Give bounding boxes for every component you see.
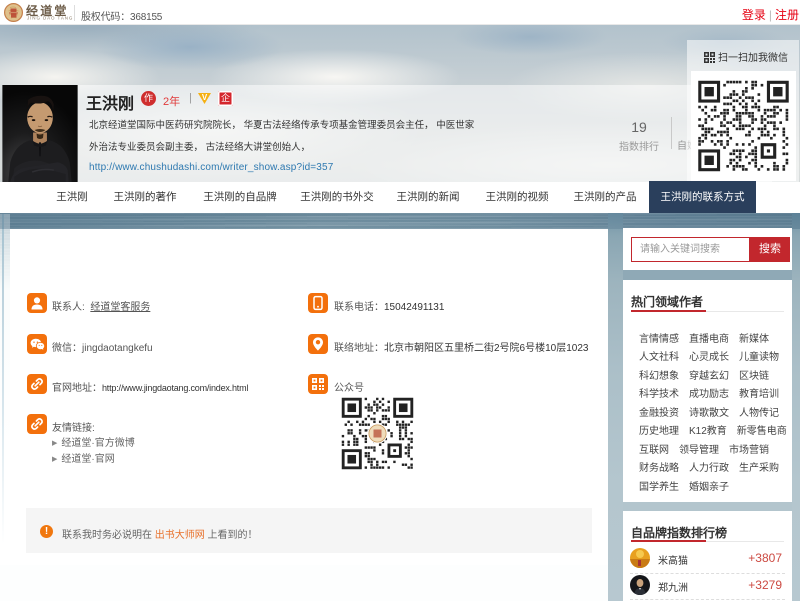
svg-text:V: V	[202, 93, 208, 102]
